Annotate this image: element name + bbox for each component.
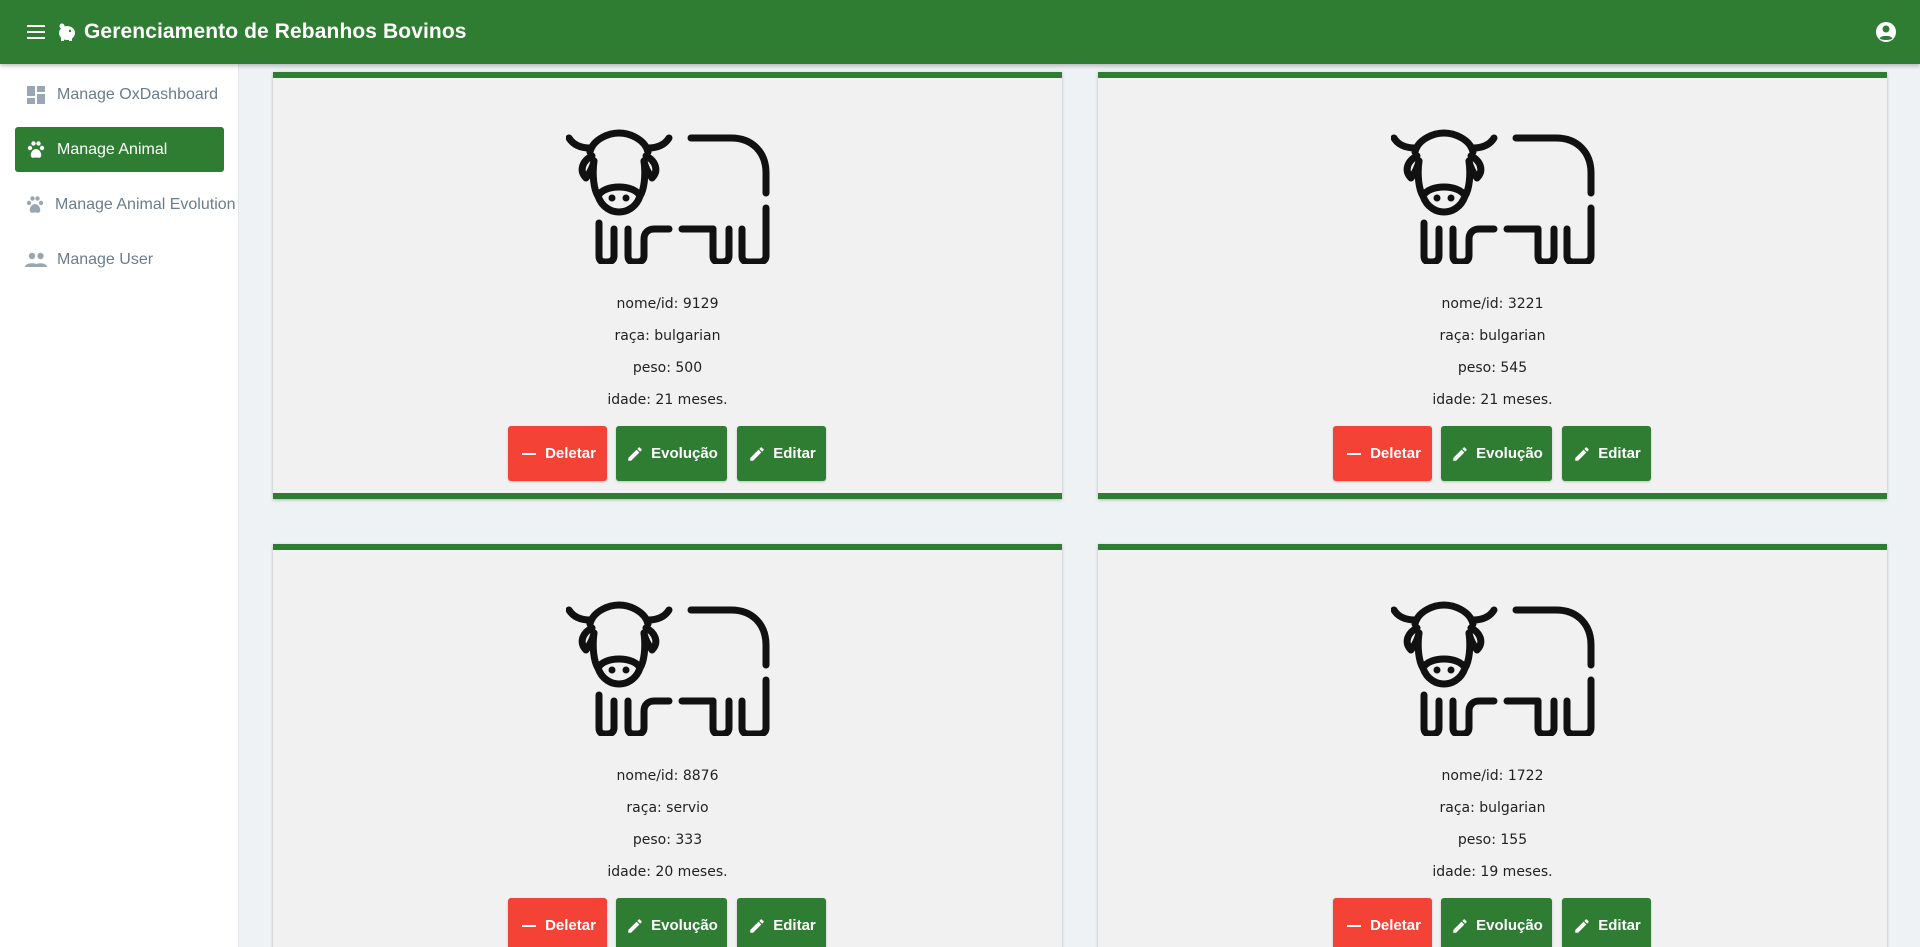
edit-button[interactable]: Editar <box>737 426 826 481</box>
evolution-button-label: Evolução <box>651 445 718 462</box>
delete-button-label: Deletar <box>1370 917 1421 934</box>
sidebar-item-manage-oxdashboard[interactable]: Manage OxDashboard <box>15 72 224 117</box>
delete-button-label: Deletar <box>545 917 596 934</box>
pencil-icon <box>1572 916 1592 936</box>
edit-button-label: Editar <box>1598 445 1641 462</box>
pencil-icon <box>747 444 767 464</box>
remove-icon <box>519 916 539 936</box>
sidebar-item-manage-animal[interactable]: Manage Animal <box>15 127 224 172</box>
animal-card: nome/id: 8876 raça: servio peso: 333 ida… <box>273 544 1062 947</box>
animal-name-id: nome/id: 3221 <box>1441 296 1544 312</box>
menu-icon[interactable] <box>24 20 48 44</box>
edit-button-label: Editar <box>773 917 816 934</box>
evolution-button[interactable]: Evolução <box>616 898 727 947</box>
sidebar-item-label: Manage Animal <box>57 140 168 158</box>
delete-button-label: Deletar <box>1370 445 1421 462</box>
evolution-button-label: Evolução <box>1476 445 1543 462</box>
evolution-button[interactable]: Evolução <box>616 426 727 481</box>
pencil-icon <box>625 444 645 464</box>
animal-name-id: nome/id: 8876 <box>616 768 719 784</box>
sidebar-item-manage-user[interactable]: Manage User <box>15 237 224 282</box>
animal-card: nome/id: 1722 raça: bulgarian peso: 155 … <box>1098 544 1887 947</box>
pencil-icon <box>1572 444 1592 464</box>
dashboard-icon <box>25 84 47 106</box>
sidebar-item-label: Manage OxDashboard <box>57 85 218 103</box>
pencil-icon <box>1450 916 1470 936</box>
animal-breed: raça: bulgarian <box>1439 800 1546 816</box>
edit-button-label: Editar <box>773 445 816 462</box>
animal-card: nome/id: 3221 raça: bulgarian peso: 545 … <box>1098 72 1887 499</box>
paw-icon <box>25 139 47 161</box>
delete-button[interactable]: Deletar <box>508 426 607 481</box>
animal-breed: raça: bulgarian <box>1439 328 1546 344</box>
sidebar-item-label: Manage User <box>57 250 154 268</box>
edit-button[interactable]: Editar <box>1562 898 1651 947</box>
animal-age: idade: 21 meses. <box>607 392 728 408</box>
animal-weight: peso: 333 <box>632 832 703 848</box>
animal-age: idade: 21 meses. <box>1432 392 1553 408</box>
evolution-button[interactable]: Evolução <box>1441 426 1552 481</box>
cow-icon <box>1391 600 1595 736</box>
cow-icon <box>1391 128 1595 264</box>
cow-icon <box>566 128 770 264</box>
sidebar-item-label: Manage Animal Evolution <box>55 195 236 213</box>
sidebar-item-manage-animal-evolution[interactable]: Manage Animal Evolution <box>15 182 236 227</box>
paw-icon <box>25 194 45 216</box>
animal-weight: peso: 500 <box>632 360 703 376</box>
pencil-icon <box>747 916 767 936</box>
remove-icon <box>1344 916 1364 936</box>
edit-button[interactable]: Editar <box>737 898 826 947</box>
remove-icon <box>519 444 539 464</box>
app-bar: Gerenciamento de Rebanhos Bovinos <box>0 0 1920 64</box>
animal-age: idade: 19 meses. <box>1432 864 1553 880</box>
edit-button[interactable]: Editar <box>1562 426 1651 481</box>
evolution-button[interactable]: Evolução <box>1441 898 1552 947</box>
animal-name-id: nome/id: 1722 <box>1441 768 1544 784</box>
delete-button[interactable]: Deletar <box>508 898 607 947</box>
piggy-bank-icon <box>56 21 78 43</box>
app-title: Gerenciamento de Rebanhos Bovinos <box>84 20 467 43</box>
animal-breed: raça: servio <box>626 800 709 816</box>
delete-button-label: Deletar <box>545 445 596 462</box>
account-circle-icon[interactable] <box>1874 20 1898 44</box>
evolution-button-label: Evolução <box>1476 917 1543 934</box>
animal-breed: raça: bulgarian <box>614 328 721 344</box>
edit-button-label: Editar <box>1598 917 1641 934</box>
animal-name-id: nome/id: 9129 <box>616 296 719 312</box>
sidebar: Manage OxDashboard Manage Animal Manage … <box>0 64 239 947</box>
cow-icon <box>566 600 770 736</box>
remove-icon <box>1344 444 1364 464</box>
pencil-icon <box>625 916 645 936</box>
evolution-button-label: Evolução <box>651 917 718 934</box>
people-icon <box>25 249 47 271</box>
pencil-icon <box>1450 444 1470 464</box>
delete-button[interactable]: Deletar <box>1333 898 1432 947</box>
animal-weight: peso: 545 <box>1457 360 1528 376</box>
animal-card: nome/id: 9129 raça: bulgarian peso: 500 … <box>273 72 1062 499</box>
animal-age: idade: 20 meses. <box>607 864 728 880</box>
delete-button[interactable]: Deletar <box>1333 426 1432 481</box>
animal-weight: peso: 155 <box>1457 832 1528 848</box>
